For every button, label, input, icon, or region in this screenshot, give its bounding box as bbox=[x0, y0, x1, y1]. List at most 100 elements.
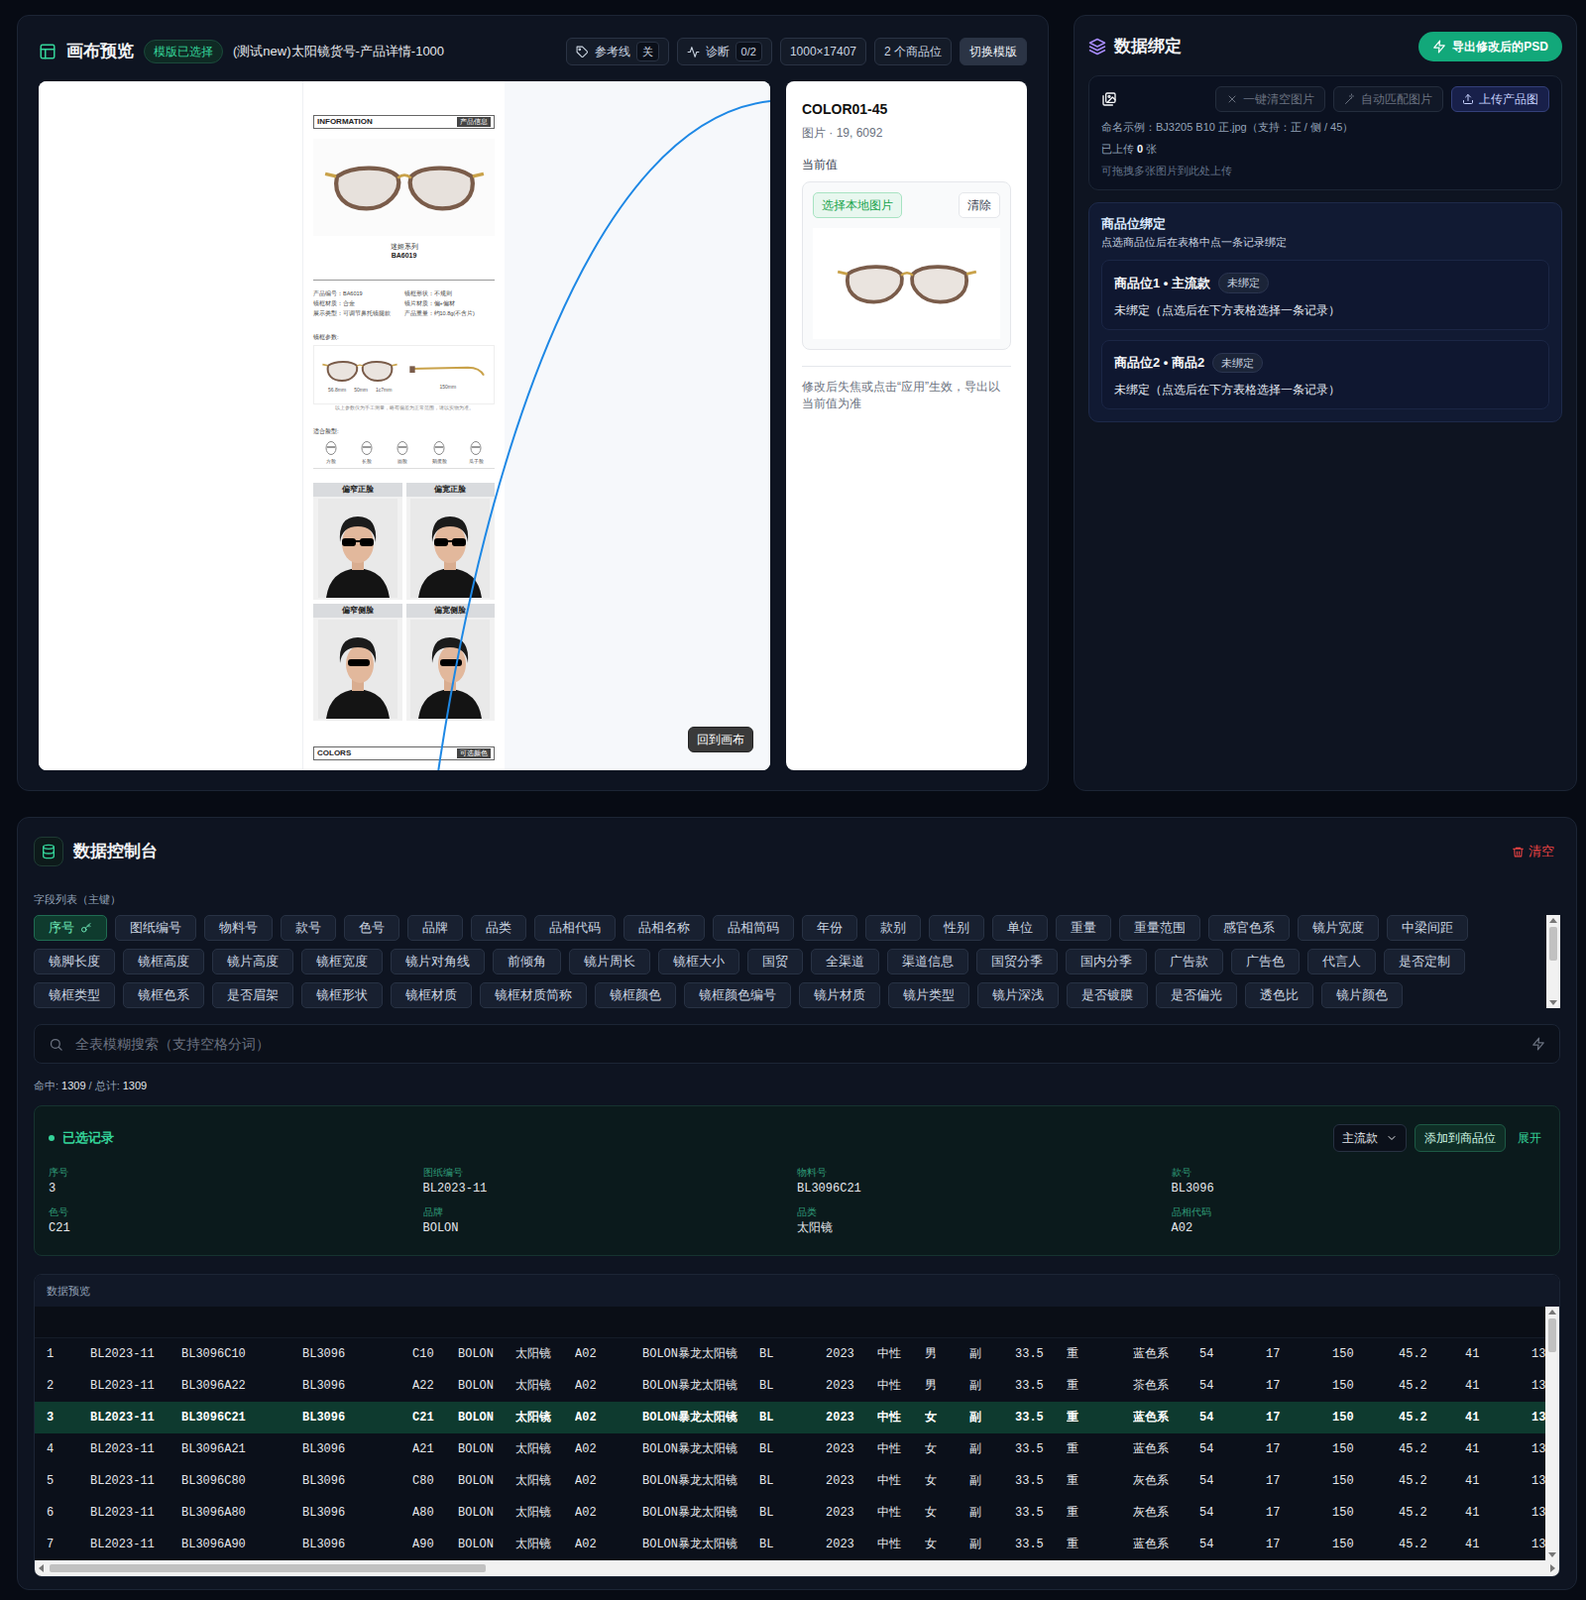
field-chip[interactable]: 镜框大小 bbox=[658, 948, 740, 975]
field-chip[interactable]: 物料号 bbox=[204, 914, 273, 941]
field-chip[interactable]: 性别 bbox=[928, 914, 985, 941]
upload-action[interactable]: 一键清空图片 bbox=[1215, 86, 1326, 113]
field-chip[interactable]: 国内分季 bbox=[1065, 948, 1147, 975]
field-chip[interactable]: 品相代码 bbox=[534, 914, 616, 941]
scroll-thumb[interactable] bbox=[49, 1564, 486, 1573]
field-chip[interactable]: 镜片类型 bbox=[888, 982, 970, 1009]
horizontal-scrollbar[interactable] bbox=[34, 1560, 1560, 1577]
field-chip[interactable]: 镜片颜色 bbox=[1321, 982, 1403, 1009]
field-chip[interactable]: 镜片深浅 bbox=[977, 982, 1059, 1009]
field-chip[interactable]: 是否眉架 bbox=[212, 982, 294, 1009]
field-chip[interactable]: 镜框颜色编号 bbox=[683, 982, 792, 1009]
vertical-scrollbar[interactable] bbox=[1546, 914, 1561, 1009]
search-input[interactable] bbox=[73, 1032, 1522, 1056]
field-chip[interactable]: 渠道信息 bbox=[887, 948, 969, 975]
table-row[interactable]: 2BL2023-11BL3096A22BL3096A22BOLON太阳镜A02B… bbox=[34, 1369, 1546, 1402]
field-chip[interactable]: 镜片材质 bbox=[798, 982, 881, 1009]
scroll-left-arrow[interactable] bbox=[38, 1564, 44, 1573]
field-chip[interactable]: 重量范围 bbox=[1119, 914, 1201, 941]
field-chip[interactable]: 镜框宽度 bbox=[301, 948, 383, 975]
field-chip[interactable]: 代言人 bbox=[1307, 948, 1376, 975]
field-chip[interactable]: 镜框材质 bbox=[390, 982, 472, 1009]
field-chip[interactable]: 品牌 bbox=[407, 914, 463, 941]
table-row[interactable]: 7BL2023-11BL3096A90BL3096A90BOLON太阳镜A02B… bbox=[34, 1528, 1546, 1561]
scroll-down-arrow[interactable] bbox=[1549, 1000, 1558, 1006]
field-chip[interactable]: 序号 bbox=[33, 914, 108, 941]
scroll-up-arrow[interactable] bbox=[1549, 917, 1558, 923]
table-row[interactable]: 1BL2023-11BL3096C10BL3096C10BOLON太阳镜A02B… bbox=[34, 1338, 1546, 1370]
field-chip[interactable]: 重量 bbox=[1055, 914, 1112, 941]
field-chip[interactable]: 款别 bbox=[865, 914, 921, 941]
clear-button[interactable]: 清空 bbox=[1505, 840, 1561, 863]
field-chip[interactable]: 前倾角 bbox=[492, 948, 562, 975]
slot-item[interactable]: 商品位1 • 主流款未绑定未绑定（点选后在下方表格选择一条记录） bbox=[1101, 259, 1550, 331]
toolbar-button[interactable]: 诊断0/2 bbox=[677, 37, 773, 66]
table-cell: BOLON暴龙太阳镜 bbox=[642, 1535, 760, 1554]
record-field-value: BOLON bbox=[423, 1219, 798, 1238]
add-to-slot-button[interactable]: 添加到商品位 bbox=[1414, 1124, 1506, 1152]
upload-action[interactable]: 自动匹配图片 bbox=[1333, 86, 1444, 113]
field-chip[interactable]: 是否定制 bbox=[1383, 948, 1466, 975]
field-chip[interactable]: 镜框颜色 bbox=[594, 982, 677, 1009]
table-row[interactable]: 4BL2023-11BL3096A21BL3096A21BOLON太阳镜A02B… bbox=[34, 1433, 1546, 1466]
field-chip[interactable]: 镜框高度 bbox=[122, 948, 205, 975]
slot-select[interactable]: 主流款 bbox=[1333, 1124, 1407, 1152]
field-chip[interactable]: 款号 bbox=[280, 914, 337, 941]
field-chip[interactable]: 镜片高度 bbox=[212, 948, 294, 975]
field-chip[interactable]: 色号 bbox=[343, 914, 400, 941]
slot-name: 商品位1 • 主流款 bbox=[1114, 273, 1211, 294]
scroll-thumb[interactable] bbox=[1549, 926, 1558, 961]
field-chip[interactable]: 镜框形状 bbox=[301, 982, 383, 1009]
field-chip[interactable]: 感官色系 bbox=[1208, 914, 1290, 941]
design-canvas[interactable]: INFORMATION产品信息迷姬系列BA6019产品编号：BA6019镜框形状… bbox=[38, 81, 771, 771]
field-chip[interactable]: 广告款 bbox=[1154, 948, 1224, 975]
toolbar-button[interactable]: 参考线关 bbox=[566, 37, 670, 66]
field-chip[interactable]: 中梁间距 bbox=[1386, 914, 1469, 941]
table-row[interactable]: 5BL2023-11BL3096C80BL3096C80BOLON太阳镜A02B… bbox=[34, 1465, 1546, 1497]
field-chip[interactable]: 镜片对角线 bbox=[390, 948, 485, 975]
toolbar-button[interactable]: 切换模版 bbox=[959, 37, 1027, 66]
choose-image-button[interactable]: 选择本地图片 bbox=[812, 192, 903, 219]
field-chip[interactable]: 国贸 bbox=[747, 948, 803, 975]
field-chip[interactable]: 品相名称 bbox=[623, 914, 705, 941]
record-field-value: A02 bbox=[1171, 1219, 1547, 1238]
field-chip[interactable]: 镜片周长 bbox=[568, 948, 651, 975]
field-chip[interactable]: 镜框类型 bbox=[33, 982, 115, 1009]
scroll-up-arrow[interactable] bbox=[1548, 1309, 1557, 1315]
field-chip[interactable]: 镜框色系 bbox=[122, 982, 205, 1009]
back-to-canvas-button[interactable]: 回到画布 bbox=[687, 726, 754, 753]
field-chip[interactable]: 国贸分季 bbox=[976, 948, 1058, 975]
table-cell: A02 bbox=[574, 1440, 643, 1459]
field-label: 镜片对角线 bbox=[405, 951, 470, 972]
table-row[interactable]: 3BL2023-11BL3096C21BL3096C21BOLON太阳镜A02B… bbox=[34, 1401, 1546, 1434]
field-chip[interactable]: 图纸编号 bbox=[114, 914, 197, 941]
scroll-thumb[interactable] bbox=[1548, 1318, 1557, 1353]
field-chip[interactable]: 是否偏光 bbox=[1155, 982, 1238, 1009]
vertical-scrollbar[interactable] bbox=[1545, 1306, 1560, 1561]
export-psd-button[interactable]: 导出修改后的PSD bbox=[1418, 31, 1563, 62]
toolbar-button[interactable]: 1000×17407 bbox=[780, 37, 867, 66]
upload-action[interactable]: 上传产品图 bbox=[1451, 86, 1550, 113]
field-label: 图纸编号 bbox=[129, 917, 182, 938]
field-chip[interactable]: 品类 bbox=[470, 914, 527, 941]
table-row[interactable]: 6BL2023-11BL3096A80BL3096A80BOLON太阳镜A02B… bbox=[34, 1496, 1546, 1529]
field-chip[interactable]: 年份 bbox=[801, 914, 858, 941]
field-chip[interactable]: 品相简码 bbox=[712, 914, 794, 941]
slot-item[interactable]: 商品位2 • 商品2未绑定未绑定（点选后在下方表格选择一条记录） bbox=[1101, 339, 1550, 411]
expand-button[interactable]: 展开 bbox=[1513, 1129, 1546, 1147]
doc-header: 产品信息 bbox=[456, 116, 491, 127]
field-chip[interactable]: 单位 bbox=[992, 914, 1048, 941]
field-chip[interactable]: 透色比 bbox=[1245, 982, 1314, 1009]
upload-area[interactable]: 一键清空图片自动匹配图片上传产品图命名示例：BJ3205 B10 正.jpg（支… bbox=[1088, 75, 1563, 191]
clear-button[interactable]: 清除 bbox=[958, 192, 1001, 219]
scroll-down-arrow[interactable] bbox=[1548, 1552, 1557, 1558]
scroll-right-arrow[interactable] bbox=[1550, 1564, 1556, 1573]
field-chip[interactable]: 镜片宽度 bbox=[1297, 914, 1379, 941]
field-chip[interactable]: 全渠道 bbox=[810, 948, 880, 975]
field-chip[interactable]: 广告色 bbox=[1231, 948, 1300, 975]
field-chip[interactable]: 镜脚长度 bbox=[33, 948, 115, 975]
toolbar-button[interactable]: 2 个商品位 bbox=[874, 37, 952, 66]
field-chip[interactable]: 镜框材质简称 bbox=[479, 982, 587, 1009]
table-cell: 13 bbox=[1531, 1535, 1546, 1554]
field-chip[interactable]: 是否镀膜 bbox=[1066, 982, 1148, 1009]
